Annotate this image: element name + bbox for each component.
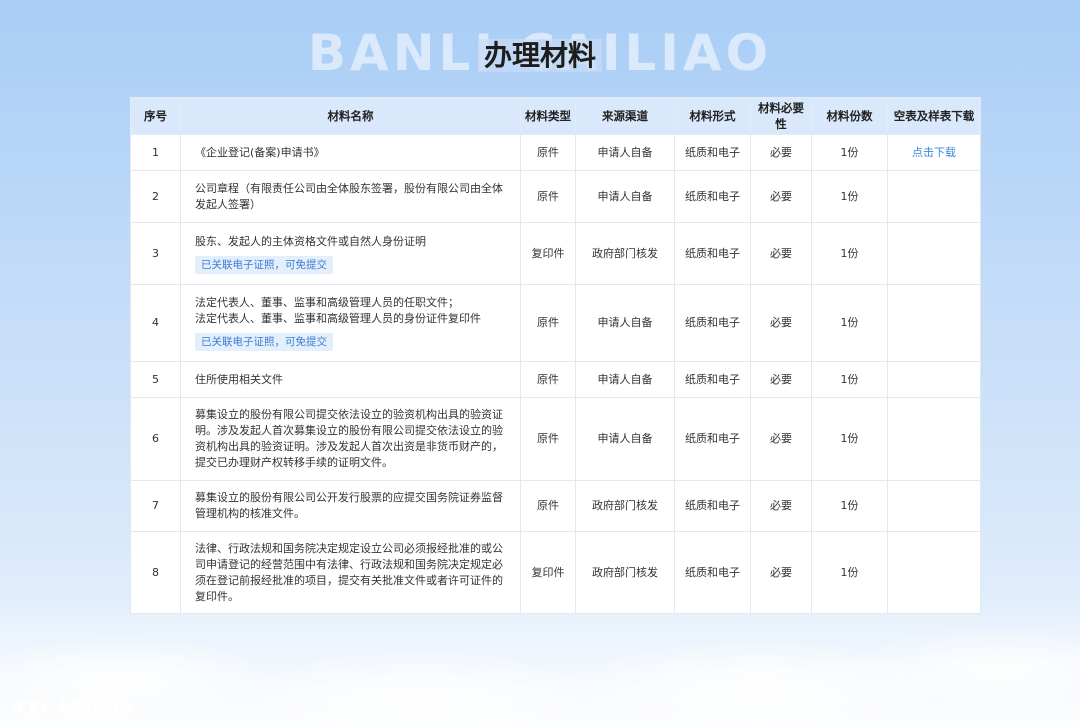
cell-download [887,222,981,285]
cell-form: 纸质和电子 [674,170,751,223]
cell-necessity: 必要 [750,397,812,481]
material-name-text: 法定代表人、董事、监事和高级管理人员的任职文件； [195,296,459,309]
cell-source: 政府部门核发 [575,480,675,532]
cell-form: 纸质和电子 [674,397,751,481]
e-license-badge: 已关联电子证照，可免提交 [195,333,333,351]
cell-copies: 1份 [811,222,888,285]
cell-name: 住所使用相关文件 [180,361,521,398]
table-row: 2 公司章程（有限责任公司由全体股东签署，股份有限公司由全体发起人签署） 原件 申请人… [130,170,981,223]
cell-necessity: 必要 [750,284,812,362]
cell-index: 3 [130,222,181,285]
cell-necessity: 必要 [750,222,812,285]
cell-source: 申请人自备 [575,170,675,223]
cell-index: 4 [130,284,181,362]
col-header-name: 材料名称 [180,97,521,135]
cell-form: 纸质和电子 [674,480,751,532]
cell-copies: 1份 [811,284,888,362]
cell-source: 政府部门核发 [575,531,675,614]
material-name-text: 《企业登记(备案)申请书》 [195,145,325,159]
cell-download [887,397,981,481]
cell-name: 募集设立的股份有限公司公开发行股票的应提交国务院证券监督管理机构的核准文件。 [180,480,521,532]
cell-copies: 1份 [811,361,888,398]
cell-type: 复印件 [520,531,576,614]
cell-copies: 1份 [811,531,888,614]
cell-download [887,284,981,362]
cell-download [887,361,981,398]
cell-copies: 1份 [811,397,888,481]
cell-necessity: 必要 [750,170,812,223]
cell-type: 原件 [520,134,576,171]
table-row: 4 法定代表人、董事、监事和高级管理人员的任职文件； 法定代表人、董事、监事和高级管… [130,284,981,362]
cell-source: 申请人自备 [575,284,675,362]
cell-copies: 1份 [811,170,888,223]
material-name-text: 股东、发起人的主体资格文件或自然人身份证明 [195,234,426,248]
table-row: 5 住所使用相关文件 原件 申请人自备 纸质和电子 必要 1份 [130,361,981,398]
cell-index: 1 [130,134,181,171]
col-header-form: 材料形式 [674,97,751,135]
cell-name: 股东、发起人的主体资格文件或自然人身份证明已关联电子证照，可免提交 [180,222,521,285]
cell-type: 原件 [520,397,576,481]
cell-source: 申请人自备 [575,361,675,398]
material-name-text: 法律、行政法规和国务院决定规定设立公司必须报经批准的或公司申请登记的经营范围中有… [195,541,503,603]
table-row: 1 《企业登记(备案)申请书》 原件 申请人自备 纸质和电子 必要 1份 点击下载 [130,134,981,171]
col-header-index: 序号 [130,97,181,135]
cell-download [887,170,981,223]
material-name-text: 募集设立的股份有限公司提交依法设立的验资机构出具的验资证明。涉及发起人首次募集设… [195,408,503,469]
cell-download: 点击下载 [887,134,981,171]
material-name-text: 法定代表人、董事、监事和高级管理人员的身份证件复印件 [195,312,481,325]
cell-download [887,480,981,532]
cell-type: 原件 [520,284,576,362]
material-name-text: 住所使用相关文件 [195,372,283,386]
cell-index: 7 [130,480,181,532]
cell-index: 5 [130,361,181,398]
material-name-text: 公司章程（有限责任公司由全体股东签署，股份有限公司由全体发起人签署） [195,181,503,211]
col-header-download: 空表及样表下载 [887,97,981,135]
download-link[interactable]: 点击下载 [912,146,956,159]
brand-watermark: 大数跨境 [8,693,132,722]
brand-watermark-text: 大数跨境 [52,697,132,721]
cell-index: 8 [130,531,181,614]
cell-name: 公司章程（有限责任公司由全体股东签署，股份有限公司由全体发起人签署） [180,170,521,223]
cell-source: 申请人自备 [575,397,675,481]
cell-index: 6 [130,397,181,481]
cell-name: 《企业登记(备案)申请书》 [180,134,521,171]
cell-type: 复印件 [520,222,576,285]
material-name-text: 募集设立的股份有限公司公开发行股票的应提交国务院证券监督管理机构的核准文件。 [195,491,503,520]
page-title-label: 办理材料 [477,39,602,72]
brand-logo-icon [11,700,47,715]
cell-copies: 1份 [811,134,888,171]
table-row: 7 募集设立的股份有限公司公开发行股票的应提交国务院证券监督管理机构的核准文件。原… [130,480,981,532]
cell-name: 募集设立的股份有限公司提交依法设立的验资机构出具的验资证明。涉及发起人首次募集设… [180,397,521,481]
cell-necessity: 必要 [750,480,812,532]
cell-copies: 1份 [811,480,888,532]
cell-name: 法律、行政法规和国务院决定规定设立公司必须报经批准的或公司申请登记的经营范围中有… [180,531,521,614]
table-row: 3 股东、发起人的主体资格文件或自然人身份证明 已关联电子证照，可免提交 复印件 政府部… [130,222,981,285]
cell-necessity: 必要 [750,361,812,398]
cell-necessity: 必要 [750,134,812,171]
cell-form: 纸质和电子 [674,531,751,614]
cell-type: 原件 [520,170,576,223]
cell-source: 政府部门核发 [575,222,675,285]
cell-name: 法定代表人、董事、监事和高级管理人员的任职文件； 法定代表人、董事、监事和高级管理… [180,284,521,362]
table-row: 8 法律、行政法规和国务院决定规定设立公司必须报经批准的或公司申请登记的经营范围中… [130,531,981,614]
e-license-badge: 已关联电子证照，可免提交 [195,255,333,274]
page-title: 办理材料 [0,34,1080,74]
cell-download [887,531,981,614]
cell-type: 原件 [520,480,576,532]
table-header-row: 序号 材料名称 材料类型 来源渠道 材料形式 材料必要性 材料份数 空表及样表下… [130,97,981,135]
col-header-source: 来源渠道 [575,97,675,135]
col-header-type: 材料类型 [520,97,576,135]
cell-form: 纸质和电子 [674,361,751,398]
col-header-necessity: 材料必要性 [750,97,812,135]
cell-form: 纸质和电子 [674,284,751,362]
cell-form: 纸质和电子 [674,134,751,171]
col-header-copies: 材料份数 [811,97,888,135]
table-row: 6 募集设立的股份有限公司提交依法设立的验资机构出具的验资证明。涉及发起人首次募集… [130,397,981,481]
materials-table: 序号 材料名称 材料类型 来源渠道 材料形式 材料必要性 材料份数 空表及样表下… [130,97,981,614]
cell-necessity: 必要 [750,531,812,614]
cell-type: 原件 [520,361,576,398]
cell-source: 申请人自备 [575,134,675,171]
cell-form: 纸质和电子 [674,222,751,285]
cell-index: 2 [130,170,181,223]
